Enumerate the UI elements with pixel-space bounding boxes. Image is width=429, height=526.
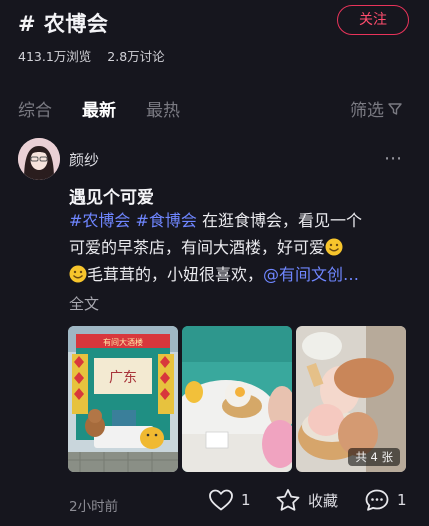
post-text: 毛茸茸的，小妞很喜欢，: [87, 265, 264, 284]
topic-title: # 农博会: [18, 12, 109, 36]
photo-thumbnail[interactable]: 有间大酒楼 广东: [68, 326, 178, 472]
filter-button[interactable]: 筛选: [350, 96, 402, 121]
post-text: 在逛食博会，看见一个: [202, 211, 363, 230]
comment-icon: [365, 489, 389, 511]
post-text: 可爱的早茶店，有间大酒楼，好可爱: [69, 238, 326, 257]
like-button[interactable]: 1: [208, 488, 251, 512]
post-time: 2小时前: [69, 499, 119, 515]
full-text-link[interactable]: 全文: [69, 293, 99, 314]
mention-link[interactable]: @有间文创…: [263, 265, 359, 284]
post-body[interactable]: #农博会 #食博会 在逛食博会，看见一个 可爱的早茶店，有间大酒楼，好可爱 毛茸…: [69, 207, 414, 288]
photo-sign-text: 广东: [109, 370, 137, 386]
topic-stats: 413.1万浏览 2.8万讨论: [18, 46, 177, 65]
filter-icon: [388, 102, 402, 115]
smiley-emoji-icon: [69, 265, 87, 283]
follow-button[interactable]: 关注: [337, 5, 409, 35]
like-count: 1: [241, 491, 251, 509]
post-title: 遇见个可爱: [69, 188, 154, 208]
favorite-button[interactable]: 收藏: [275, 488, 338, 512]
heart-icon: [209, 489, 233, 511]
comment-button[interactable]: 1: [364, 488, 407, 512]
views-count: 413.1万浏览: [18, 49, 92, 64]
more-options-icon[interactable]: ⋯: [384, 148, 403, 169]
star-icon: [276, 489, 300, 511]
photo-banner-text: 有间大酒楼: [103, 337, 143, 347]
comment-count: 1: [397, 491, 407, 509]
photo-thumbnail[interactable]: 共 4 张: [296, 326, 406, 472]
photo-thumbnail[interactable]: [182, 326, 292, 472]
hashtag-link[interactable]: #农博会: [69, 211, 130, 230]
tab-latest[interactable]: 最新: [82, 96, 116, 121]
tab-hottest[interactable]: 最热: [146, 96, 180, 121]
smiley-emoji-icon: [325, 238, 343, 256]
author-name[interactable]: 颜纱: [69, 149, 99, 170]
favorite-label: 收藏: [308, 491, 339, 510]
tab-comprehensive[interactable]: 综合: [18, 96, 52, 121]
hashtag-link[interactable]: #食博会: [136, 211, 197, 230]
filter-label: 筛选: [350, 101, 384, 121]
image-count-badge: 共 4 张: [348, 448, 400, 466]
discussions-count: 2.8万讨论: [107, 49, 165, 64]
avatar[interactable]: [18, 138, 60, 180]
